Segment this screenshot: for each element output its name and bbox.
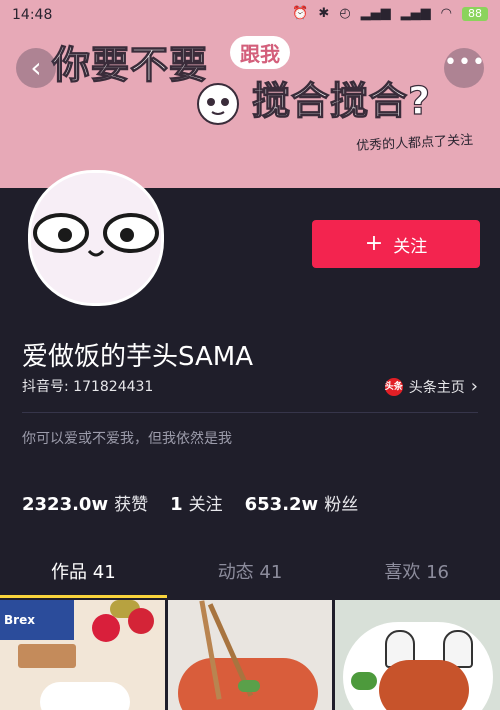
stat-likes-label: 获赞 bbox=[114, 495, 149, 515]
signal-icon: ▂▄▆ bbox=[360, 6, 391, 21]
profile-banner: 14:48 ⏰ ✱ ◴ ▂▄▆ ▂▄▆ ◠ 88 你要不要 跟我 搅合搅合? 优… bbox=[0, 0, 500, 188]
stat-likes-count: 2323.0w bbox=[22, 494, 109, 515]
toutiao-icon: 头条 bbox=[384, 377, 403, 396]
video-thumbnail[interactable] bbox=[167, 600, 333, 710]
stat-following-count: 1 bbox=[170, 494, 183, 515]
toutiao-homepage-link[interactable]: 头条 头条主页 › bbox=[384, 376, 478, 397]
alarm-icon: ⏰ bbox=[292, 6, 309, 21]
tab-likes[interactable]: 喜欢 16 bbox=[333, 548, 500, 598]
back-chevron-icon: ‹ bbox=[30, 51, 42, 84]
more-dots-icon: ••• bbox=[444, 50, 486, 75]
banner-text-line3: 优秀的人都点了关注 bbox=[355, 132, 474, 155]
garnish-image bbox=[237, 680, 260, 692]
follow-button[interactable]: + 关注 bbox=[312, 220, 480, 268]
cereal-box-image: Brex bbox=[0, 600, 74, 640]
video-grid: Brex bbox=[0, 600, 500, 710]
banner-text-pill: 跟我 bbox=[230, 36, 290, 69]
strawberry-image bbox=[128, 608, 154, 634]
wifi-icon: ◠ bbox=[440, 6, 452, 21]
stat-followers-label: 粉丝 bbox=[324, 495, 359, 515]
status-icons: ⏰ ✱ ◴ ▂▄▆ ▂▄▆ ◠ 88 bbox=[292, 6, 488, 21]
chevron-right-icon: › bbox=[470, 376, 478, 397]
banner-text-line2: 搅合搅合? bbox=[251, 78, 432, 123]
follow-label: 关注 bbox=[393, 236, 428, 257]
signal-icon: ▂▄▆ bbox=[400, 6, 431, 21]
stats-row: 2323.0w 获赞 1 关注 653.2w 粉丝 bbox=[22, 490, 358, 515]
leaf-image bbox=[351, 672, 378, 690]
banner-face-illustration bbox=[197, 83, 239, 125]
strawberry-image bbox=[92, 614, 120, 642]
bluetooth-icon: ✱ bbox=[318, 6, 330, 21]
stat-likes[interactable]: 2323.0w 获赞 bbox=[22, 490, 148, 515]
back-button[interactable]: ‹ bbox=[16, 48, 56, 88]
video-thumbnail[interactable]: Brex bbox=[0, 600, 165, 710]
curry-image bbox=[379, 660, 470, 710]
bowl-image bbox=[40, 682, 130, 710]
status-bar: 14:48 ⏰ ✱ ◴ ▂▄▆ ▂▄▆ ◠ 88 bbox=[0, 0, 500, 28]
more-options-button[interactable]: ••• bbox=[444, 48, 486, 88]
content-tabs: 作品 41 动态 41 喜欢 16 bbox=[0, 548, 500, 598]
tab-activity[interactable]: 动态 41 bbox=[167, 548, 334, 598]
username: 爱做饭的芋头SAMA bbox=[22, 342, 253, 372]
video-thumbnail[interactable] bbox=[335, 600, 500, 710]
user-id: 抖音号: 171824431 bbox=[22, 379, 154, 395]
bio: 你可以爱或不爱我，但我依然是我 bbox=[22, 431, 232, 447]
stat-followers-count: 653.2w bbox=[244, 494, 319, 515]
status-time: 14:48 bbox=[12, 7, 53, 23]
avatar-face-illustration bbox=[31, 173, 161, 303]
stat-followers[interactable]: 653.2w 粉丝 bbox=[245, 490, 359, 515]
divider bbox=[22, 412, 478, 413]
battery-indicator: 88 bbox=[462, 6, 488, 21]
plus-icon: + bbox=[364, 231, 384, 256]
food-bar-image bbox=[18, 644, 76, 668]
tab-works[interactable]: 作品 41 bbox=[0, 548, 167, 598]
avatar[interactable] bbox=[28, 170, 164, 306]
stat-following-label: 关注 bbox=[188, 495, 223, 515]
clock-icon: ◴ bbox=[339, 6, 351, 21]
stat-following[interactable]: 1 关注 bbox=[170, 490, 223, 515]
homepage-label: 头条主页 bbox=[408, 379, 465, 396]
banner-text-line1: 你要不要 bbox=[51, 42, 209, 87]
